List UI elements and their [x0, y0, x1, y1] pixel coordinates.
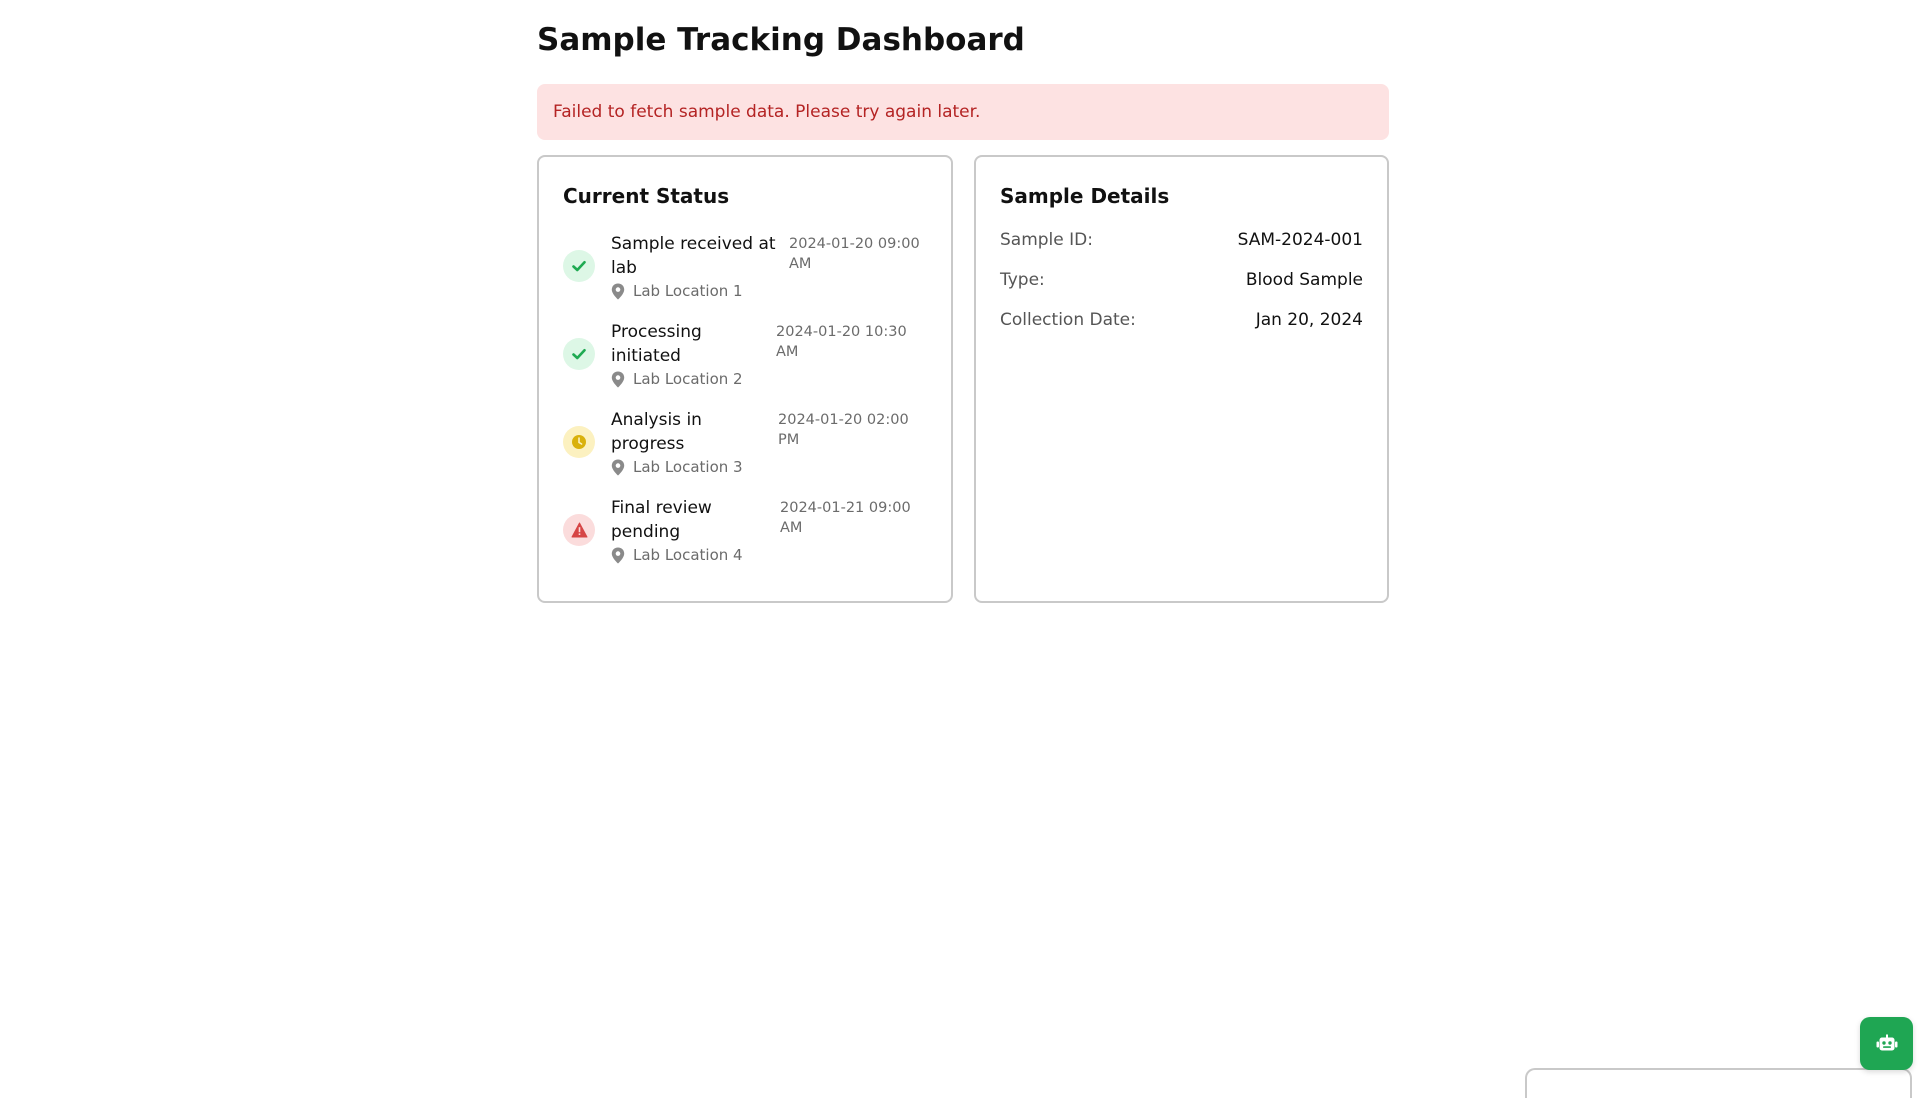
status-timeline: Sample received at lab 2024-01-20 09:00 …	[563, 232, 927, 584]
detail-value: Jan 20, 2024	[1255, 310, 1363, 330]
check-icon	[563, 250, 595, 282]
sample-details-title: Sample Details	[1000, 184, 1170, 208]
map-pin-icon	[611, 371, 625, 387]
timeline-item-time: 2024-01-20 02:00 PM	[778, 412, 909, 448]
map-pin-icon	[611, 547, 625, 563]
detail-row-sample-id: Sample ID: SAM-2024-001	[1000, 220, 1363, 260]
check-icon	[563, 338, 595, 370]
timeline-item: Analysis in progress 2024-01-20 02:00 PM…	[563, 408, 927, 496]
timeline-item-title: Analysis in progress	[611, 410, 702, 454]
detail-row-type: Type: Blood Sample	[1000, 260, 1363, 300]
current-status-card: Current Status Sample received at lab 20…	[537, 155, 953, 603]
timeline-item-time: 2024-01-20 10:30 AM	[776, 324, 907, 360]
chat-panel-edge	[1525, 1068, 1912, 1098]
timeline-item-title: Final review pending	[611, 498, 712, 542]
error-message: Failed to fetch sample data. Please try …	[553, 102, 981, 122]
timeline-item-title: Processing initiated	[611, 322, 702, 366]
timeline-item: Final review pending 2024-01-21 09:00 AM…	[563, 496, 927, 584]
detail-row-collection-date: Collection Date: Jan 20, 2024	[1000, 300, 1363, 340]
timeline-item-time: 2024-01-20 09:00 AM	[789, 236, 920, 272]
page-title: Sample Tracking Dashboard	[537, 22, 1025, 58]
detail-label: Type:	[1000, 270, 1045, 290]
timeline-item: Processing initiated 2024-01-20 10:30 AM…	[563, 320, 927, 408]
map-pin-icon	[611, 283, 625, 299]
robot-icon	[1876, 1034, 1897, 1050]
clock-icon	[563, 426, 595, 458]
detail-value: SAM-2024-001	[1237, 230, 1363, 250]
sample-details-list: Sample ID: SAM-2024-001 Type: Blood Samp…	[1000, 220, 1363, 340]
detail-value: Blood Sample	[1245, 270, 1363, 290]
timeline-item-time: 2024-01-21 09:00 AM	[780, 500, 911, 536]
error-banner: Failed to fetch sample data. Please try …	[537, 84, 1389, 140]
timeline-item-location: Lab Location 1	[611, 282, 743, 300]
timeline-item-location: Lab Location 3	[611, 458, 743, 476]
map-pin-icon	[611, 459, 625, 475]
detail-label: Collection Date:	[1000, 310, 1136, 330]
alert-triangle-icon	[563, 514, 595, 546]
detail-label: Sample ID:	[1000, 230, 1093, 250]
timeline-item: Sample received at lab 2024-01-20 09:00 …	[563, 232, 927, 320]
timeline-item-location: Lab Location 2	[611, 370, 743, 388]
timeline-item-title: Sample received at lab	[611, 234, 776, 278]
assistant-chat-button[interactable]	[1860, 1017, 1913, 1070]
timeline-item-location: Lab Location 4	[611, 546, 743, 564]
sample-details-card: Sample Details Sample ID: SAM-2024-001 T…	[974, 155, 1389, 603]
current-status-title: Current Status	[563, 184, 730, 208]
